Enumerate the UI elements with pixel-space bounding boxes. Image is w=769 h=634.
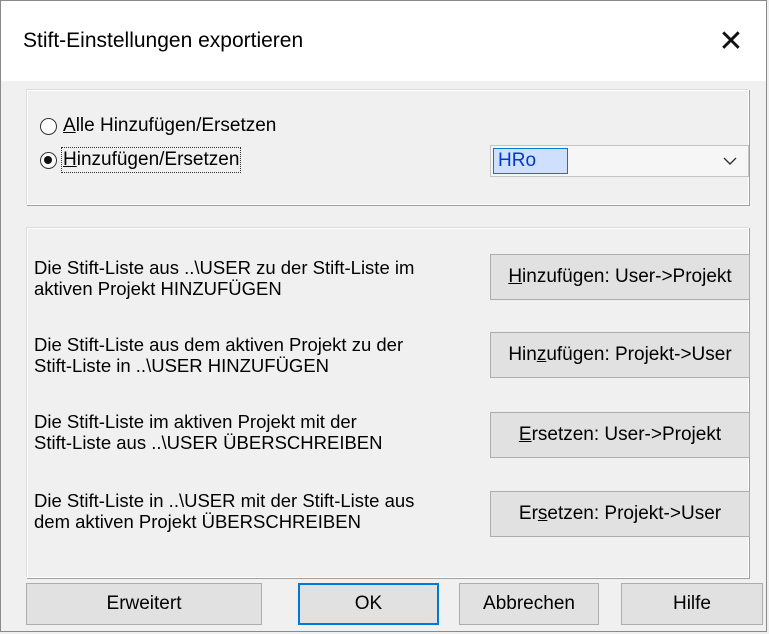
help-button[interactable]: Hilfe: [621, 583, 763, 625]
radio-replace-all[interactable]: Alle Hinzufügen/Ersetzen: [40, 115, 276, 137]
export-pen-settings-dialog: Stift-Einstellungen exportieren ✕ Alle H…: [0, 0, 767, 632]
radio-add-replace[interactable]: Hinzufügen/Ersetzen: [40, 147, 242, 173]
extended-button[interactable]: Erweitert: [26, 583, 262, 625]
close-icon[interactable]: ✕: [696, 1, 766, 81]
chevron-down-icon: [723, 157, 737, 165]
title-bar: Stift-Einstellungen exportieren ✕: [1, 1, 766, 81]
replace-user-to-project-button[interactable]: Ersetzen: User->Projekt: [490, 412, 750, 458]
action-description-2: Die Stift-Liste aus dem aktiven Projekt …: [34, 334, 404, 376]
action-description-4: Die Stift-Liste in ..\USER mit der Stift…: [34, 490, 415, 532]
radio-button-selected-icon[interactable]: [40, 151, 57, 169]
add-user-to-project-button[interactable]: Hinzufügen: User->Projekt: [490, 254, 750, 300]
radio-add-replace-label: Hinzufügen/Ersetzen: [60, 147, 242, 173]
replace-project-to-user-button[interactable]: Er s etzen: Projekt->User: [490, 491, 750, 537]
action-description-3: Die Stift-Liste im aktiven Projekt mit d…: [34, 411, 383, 453]
cancel-button[interactable]: Abbrechen: [459, 583, 599, 625]
user-select[interactable]: HRo: [490, 145, 749, 177]
radio-button-icon[interactable]: [40, 117, 57, 135]
user-select-value: HRo: [493, 148, 568, 174]
dialog-title: Stift-Einstellungen exportieren: [23, 29, 304, 52]
radio-replace-all-label: Alle Hinzufügen/Ersetzen: [63, 115, 277, 136]
action-description-1: Die Stift-Liste aus ..\USER zu der Stift…: [34, 257, 415, 299]
ok-button[interactable]: OK: [298, 583, 439, 625]
add-project-to-user-button[interactable]: Hin z ufügen: Projekt->User: [490, 332, 750, 378]
